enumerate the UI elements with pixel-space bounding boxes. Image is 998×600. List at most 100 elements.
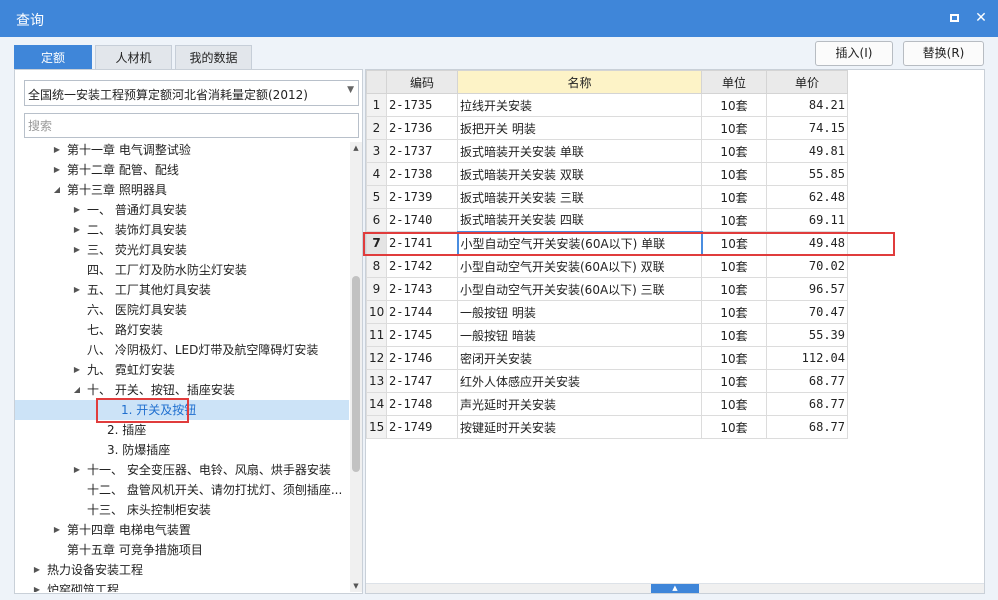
price-cell[interactable]: 70.02 <box>766 254 848 278</box>
code-cell[interactable]: 2-1749 <box>386 415 458 439</box>
row-number[interactable]: 11 <box>366 323 387 347</box>
tab-labor-material-machine[interactable]: 人材机 <box>95 45 172 69</box>
tree-item[interactable]: 第十五章 可竞争措施项目 <box>15 540 349 560</box>
code-cell[interactable]: 2-1737 <box>386 139 458 163</box>
code-cell[interactable]: 2-1746 <box>386 346 458 370</box>
insert-button[interactable]: 插入(I) <box>815 41 893 66</box>
collapsed-arrow-icon[interactable]: ▶ <box>71 240 83 260</box>
row-number[interactable]: 3 <box>366 139 387 163</box>
table-row[interactable]: 3 2-1737 扳式暗装开关安装 单联 10套 49.81 <box>366 139 848 163</box>
row-number[interactable]: 1 <box>366 93 387 117</box>
tree-item[interactable]: ▶ 第十一章 电气调整试验 <box>15 142 349 160</box>
scroll-up-icon[interactable]: ▲ <box>350 142 362 154</box>
collapsed-arrow-icon[interactable]: ▶ <box>71 220 83 240</box>
price-cell[interactable]: 68.77 <box>766 415 848 439</box>
tree-item[interactable]: 3. 防爆插座 <box>15 440 349 460</box>
tree-item[interactable]: 四、 工厂灯及防水防尘灯安装 <box>15 260 349 280</box>
tree-item[interactable]: ▶ 十一、 安全变压器、电铃、风扇、烘手器安装 <box>15 460 349 480</box>
name-cell[interactable]: 拉线开关安装 <box>457 93 702 117</box>
code-cell[interactable]: 2-1745 <box>386 323 458 347</box>
price-cell[interactable]: 68.77 <box>766 392 848 416</box>
tree-item[interactable]: ▶ 五、 工厂其他灯具安装 <box>15 280 349 300</box>
table-row[interactable]: 14 2-1748 声光延时开关安装 10套 68.77 <box>366 392 848 416</box>
tree-item[interactable]: ▶ 第十四章 电梯电气装置 <box>15 520 349 540</box>
code-cell[interactable]: 2-1740 <box>386 208 458 232</box>
table-row[interactable]: 9 2-1743 小型自动空气开关安装(60A以下) 三联 10套 96.57 <box>366 277 848 301</box>
search-input[interactable] <box>24 113 359 138</box>
tree-item[interactable]: 八、 冷阴极灯、LED灯带及航空障碍灯安装 <box>15 340 349 360</box>
table-row[interactable]: 7 2-1741 小型自动空气开关安装(60A以下) 单联 10套 49.48 <box>366 230 848 256</box>
name-cell[interactable]: 一般按钮 明装 <box>457 300 702 324</box>
tree-item[interactable]: ◢ 十、 开关、按钮、插座安装 <box>15 380 349 400</box>
code-cell[interactable]: 2-1744 <box>386 300 458 324</box>
unit-cell[interactable]: 10套 <box>701 185 767 209</box>
tree-item[interactable]: ▶ 第十二章 配管、配线 <box>15 160 349 180</box>
collapsed-arrow-icon[interactable]: ▶ <box>31 560 43 580</box>
unit-cell[interactable]: 10套 <box>701 208 767 232</box>
collapsed-arrow-icon[interactable]: ▶ <box>71 280 83 300</box>
scrollbar-thumb[interactable] <box>352 276 360 472</box>
name-cell[interactable]: 小型自动空气开关安装(60A以下) 三联 <box>457 277 702 301</box>
collapsed-arrow-icon[interactable]: ▶ <box>51 142 63 160</box>
collapsed-arrow-icon[interactable]: ▶ <box>71 460 83 480</box>
unit-cell[interactable]: 10套 <box>701 254 767 278</box>
code-column-header[interactable]: 编码 <box>386 70 458 94</box>
price-cell[interactable]: 96.57 <box>766 277 848 301</box>
table-row[interactable]: 2 2-1736 扳把开关 明装 10套 74.15 <box>366 116 848 140</box>
row-number[interactable]: 5 <box>366 185 387 209</box>
row-number[interactable]: 8 <box>366 254 387 278</box>
price-cell[interactable]: 69.11 <box>766 208 848 232</box>
tree-scrollbar[interactable]: ▲ ▼ <box>350 142 362 592</box>
name-cell[interactable]: 扳式暗装开关安装 三联 <box>457 185 702 209</box>
code-cell[interactable]: 2-1736 <box>386 116 458 140</box>
price-cell[interactable]: 74.15 <box>766 116 848 140</box>
name-cell[interactable]: 密闭开关安装 <box>457 346 702 370</box>
tree-item[interactable]: 十二、 盘管风机开关、请勿打扰灯、须刨插座... <box>15 480 349 500</box>
collapsed-arrow-icon[interactable]: ▶ <box>71 360 83 380</box>
tree-item[interactable]: 七、 路灯安装 <box>15 320 349 340</box>
name-cell[interactable]: 红外人体感应开关安装 <box>457 369 702 393</box>
name-cell[interactable]: 小型自动空气开关安装(60A以下) 双联 <box>457 254 702 278</box>
unit-cell[interactable]: 10套 <box>701 415 767 439</box>
maximize-icon[interactable] <box>945 9 963 27</box>
name-cell[interactable]: 扳式暗装开关安装 双联 <box>457 162 702 186</box>
code-cell[interactable]: 2-1748 <box>386 392 458 416</box>
row-number[interactable]: 13 <box>366 369 387 393</box>
tree-item[interactable]: ▶ 一、 普通灯具安装 <box>15 200 349 220</box>
tree-item[interactable]: ▶ 热力设备安装工程 <box>15 560 349 580</box>
price-cell[interactable]: 55.85 <box>766 162 848 186</box>
unit-cell[interactable]: 10套 <box>701 93 767 117</box>
unit-cell[interactable]: 10套 <box>701 162 767 186</box>
price-cell[interactable]: 84.21 <box>766 93 848 117</box>
unit-cell[interactable]: 10套 <box>701 139 767 163</box>
price-column-header[interactable]: 单价 <box>766 70 848 94</box>
name-column-header[interactable]: 名称 <box>457 70 702 94</box>
name-cell[interactable]: 扳式暗装开关安装 单联 <box>457 139 702 163</box>
code-cell[interactable]: 2-1738 <box>386 162 458 186</box>
row-number[interactable]: 12 <box>366 346 387 370</box>
price-cell[interactable]: 49.81 <box>766 139 848 163</box>
tree-item[interactable]: 1. 开关及按钮 <box>15 400 349 420</box>
code-cell[interactable]: 2-1742 <box>386 254 458 278</box>
tab-my-data[interactable]: 我的数据 <box>175 45 252 69</box>
tree-item[interactable]: ▶ 三、 荧光灯具安装 <box>15 240 349 260</box>
code-cell[interactable]: 2-1741 <box>386 231 458 255</box>
tab-quota[interactable]: 定额 <box>14 45 92 69</box>
tree-item[interactable]: 十三、 床头控制柜安装 <box>15 500 349 520</box>
collapsed-arrow-icon[interactable]: ▶ <box>51 520 63 540</box>
table-row[interactable]: 4 2-1738 扳式暗装开关安装 双联 10套 55.85 <box>366 162 848 186</box>
table-row[interactable]: 15 2-1749 按键延时开关安装 10套 68.77 <box>366 415 848 439</box>
name-cell[interactable]: 扳把开关 明装 <box>457 116 702 140</box>
unit-cell[interactable]: 10套 <box>701 369 767 393</box>
row-number[interactable]: 2 <box>366 116 387 140</box>
row-number[interactable]: 10 <box>366 300 387 324</box>
name-cell[interactable]: 按键延时开关安装 <box>457 415 702 439</box>
tree-item[interactable]: 六、 医院灯具安装 <box>15 300 349 320</box>
price-cell[interactable]: 68.77 <box>766 369 848 393</box>
row-number[interactable]: 14 <box>366 392 387 416</box>
price-cell[interactable]: 70.47 <box>766 300 848 324</box>
table-row[interactable]: 11 2-1745 一般按钮 暗装 10套 55.39 <box>366 323 848 347</box>
tree-item[interactable]: ◢ 第十三章 照明器具 <box>15 180 349 200</box>
expanded-arrow-icon[interactable]: ◢ <box>51 180 63 200</box>
code-cell[interactable]: 2-1747 <box>386 369 458 393</box>
